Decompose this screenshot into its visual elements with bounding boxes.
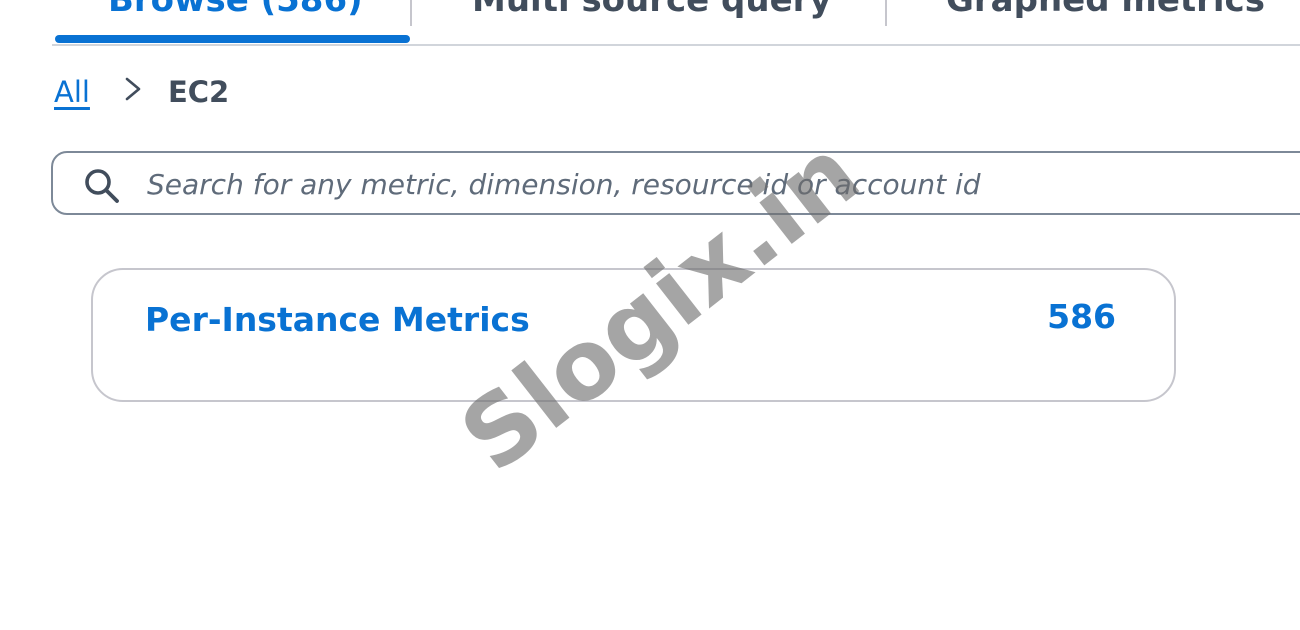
breadcrumb-current: EC2 — [167, 75, 230, 109]
search-input[interactable] — [147, 159, 1297, 209]
tab-graphed-metrics[interactable]: Graphed metrics — [946, 0, 1265, 20]
card-metric-count: 586 — [1047, 297, 1116, 336]
active-tab-indicator — [55, 35, 410, 43]
tab-bar-divider — [52, 44, 1300, 46]
card-title-link[interactable]: Per-Instance Metrics — [145, 300, 530, 339]
metric-namespace-card[interactable]: Per-Instance Metrics 586 — [91, 268, 1176, 402]
breadcrumb: All EC2 — [54, 70, 229, 114]
tab-browse[interactable]: Browse (586) — [108, 0, 363, 20]
tab-divider — [885, 0, 887, 26]
breadcrumb-link-all[interactable]: All — [54, 75, 90, 109]
tab-multi-source-query[interactable]: Multi source query — [472, 0, 832, 20]
search-box[interactable] — [51, 151, 1300, 215]
chevron-right-icon — [120, 77, 158, 107]
tab-divider — [410, 0, 412, 26]
search-icon — [83, 167, 121, 205]
tab-bar: Browse (586) Multi source query Graphed … — [0, 0, 1300, 46]
